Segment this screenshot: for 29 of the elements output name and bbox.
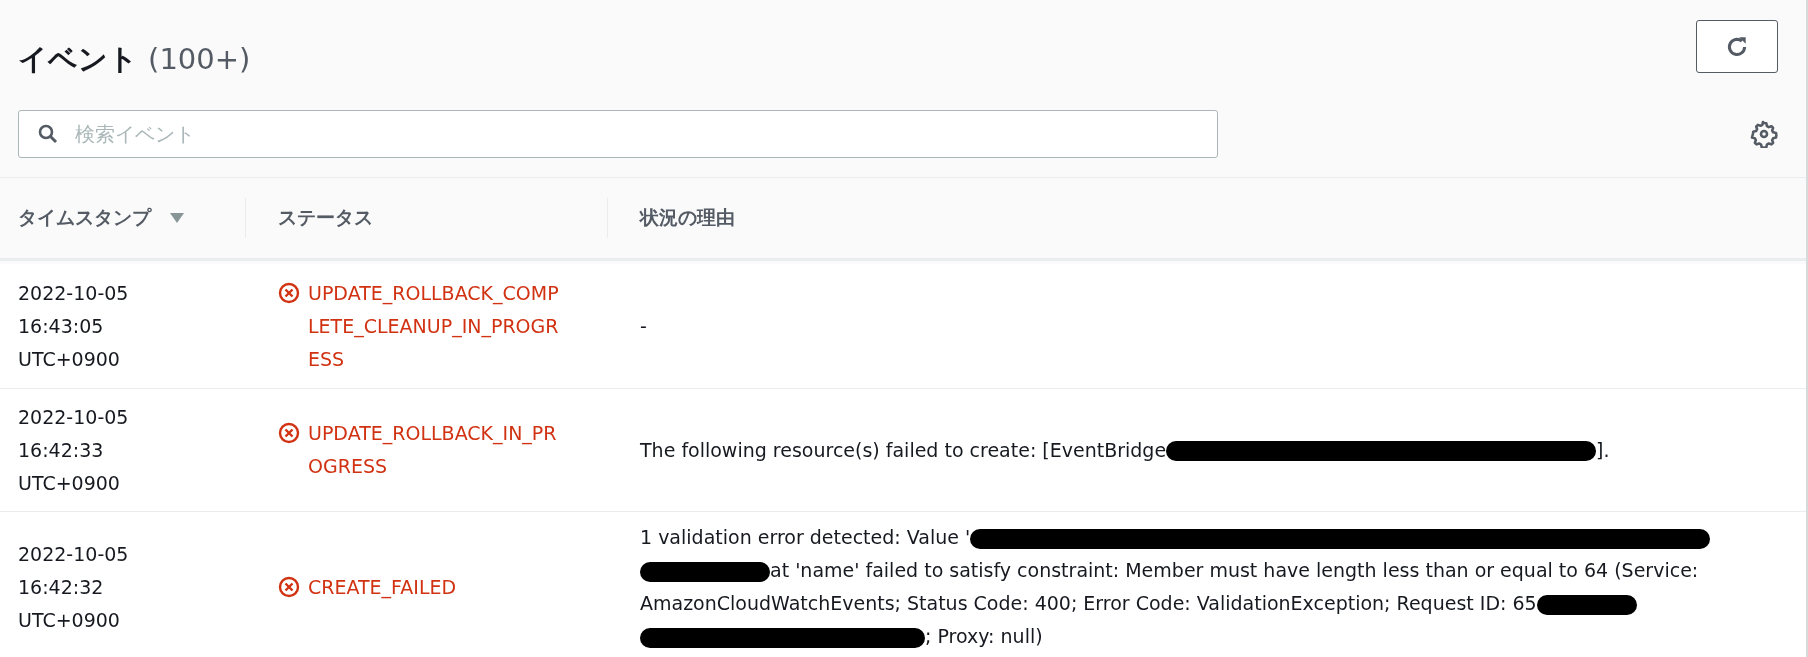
event-count: (100+)	[148, 42, 251, 76]
reason-text: 1 validation error detected: Value '	[640, 525, 971, 550]
settings-icon[interactable]	[1750, 120, 1778, 148]
reason-text: -	[640, 313, 647, 339]
reason-text: at 'name' failed to satisfy constraint: Member must have length less than or equal to 64 (Service:	[770, 558, 1699, 583]
column-header[interactable]: 状況の理由	[640, 205, 735, 231]
timestamp-text: 2022-10-05	[18, 280, 130, 306]
panel-title: イベント	[18, 42, 138, 76]
reason-text: ; Proxy: null)	[925, 624, 1043, 649]
timestamp-text: 16:42:32	[18, 574, 105, 600]
column-header[interactable]: ステータス	[278, 205, 373, 231]
sort-caret-icon[interactable]	[169, 212, 185, 224]
status-text: UPDATE_ROLLBACK_IN_PROGRESS	[308, 421, 558, 479]
timestamp-text: UTC+0900	[18, 607, 121, 633]
reason-text: The following resource(s) failed to create: [EventBridge	[640, 437, 1167, 463]
search-field[interactable]: 検索イベント	[18, 110, 1218, 158]
column-header[interactable]: タイムスタンプ	[18, 205, 151, 231]
status-text: CREATE_FAILED	[308, 574, 458, 601]
timestamp-text: 16:42:33	[18, 437, 105, 463]
refresh-button[interactable]	[1696, 20, 1778, 73]
status-text: UPDATE_ROLLBACK_COMPLETE_CLEANUP_IN_PROGRESS	[308, 280, 560, 372]
reason-text: ].	[1596, 437, 1610, 463]
timestamp-text: UTC+0900	[18, 470, 121, 496]
timestamp-text: 2022-10-05	[18, 404, 130, 430]
timestamp-text: 2022-10-05	[18, 541, 130, 567]
timestamp-text: UTC+0900	[18, 346, 121, 372]
reason-text: AmazonCloudWatchEvents; Status Code: 400; Error Code: ValidationException; Request ID: 65	[640, 591, 1537, 616]
search-icon	[38, 124, 58, 144]
timestamp-text: 16:43:05	[18, 313, 105, 339]
